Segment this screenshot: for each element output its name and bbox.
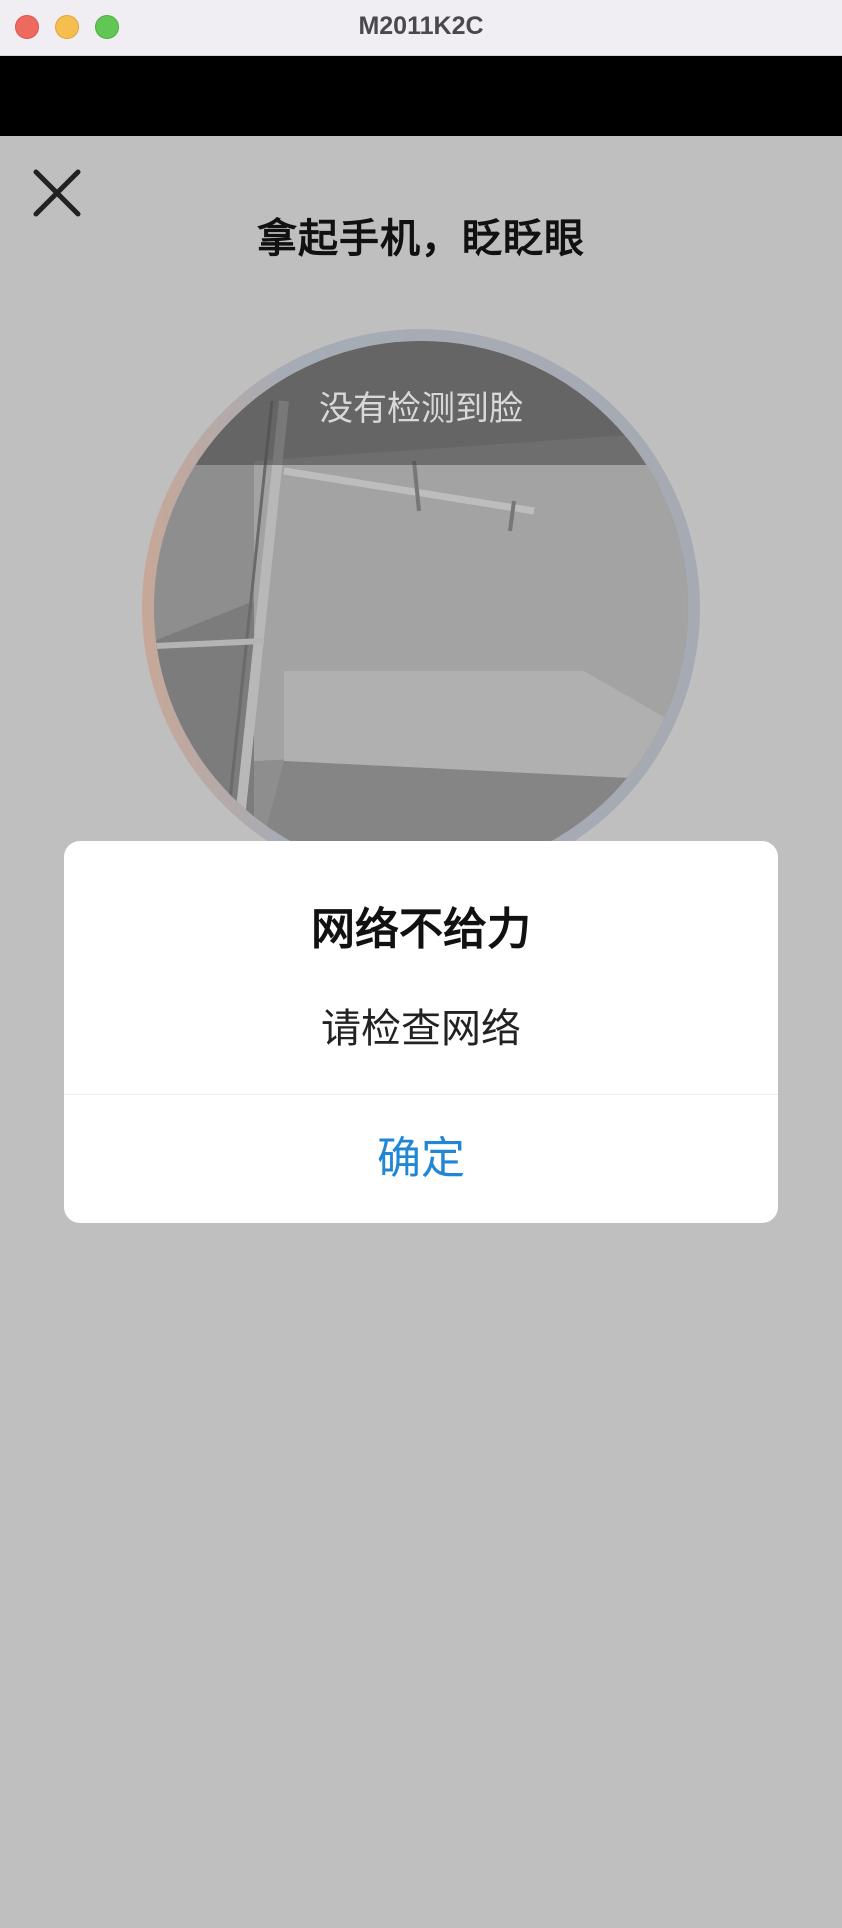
network-error-dialog: 网络不给力 请检查网络 确定 (64, 841, 778, 1223)
instruction-title: 拿起手机，眨眨眼 (257, 216, 585, 262)
camera-status-banner: 没有检测到脸 (154, 341, 688, 465)
window-title: M2011K2C (358, 12, 484, 40)
face-verification-screen: 拿起手机，眨眨眼 没有检测到脸 网络不给力 请检查网络 确定 (0, 136, 842, 1928)
camera-preview: 没有检测到脸 (154, 341, 688, 875)
app-window: M2011K2C 拿起手机，眨眨眼 没有检测到脸 网络不给力 请检查网络 确定 (0, 0, 842, 1928)
confirm-button[interactable]: 确定 (64, 1095, 778, 1223)
status-bar (0, 56, 842, 136)
title-bar: M2011K2C (0, 0, 842, 56)
camera-preview-ring: 没有检测到脸 (142, 329, 700, 887)
dialog-message: 请检查网络 (321, 1006, 521, 1052)
face-detection-status: 没有检测到脸 (319, 389, 523, 429)
dialog-title: 网络不给力 (311, 904, 531, 955)
